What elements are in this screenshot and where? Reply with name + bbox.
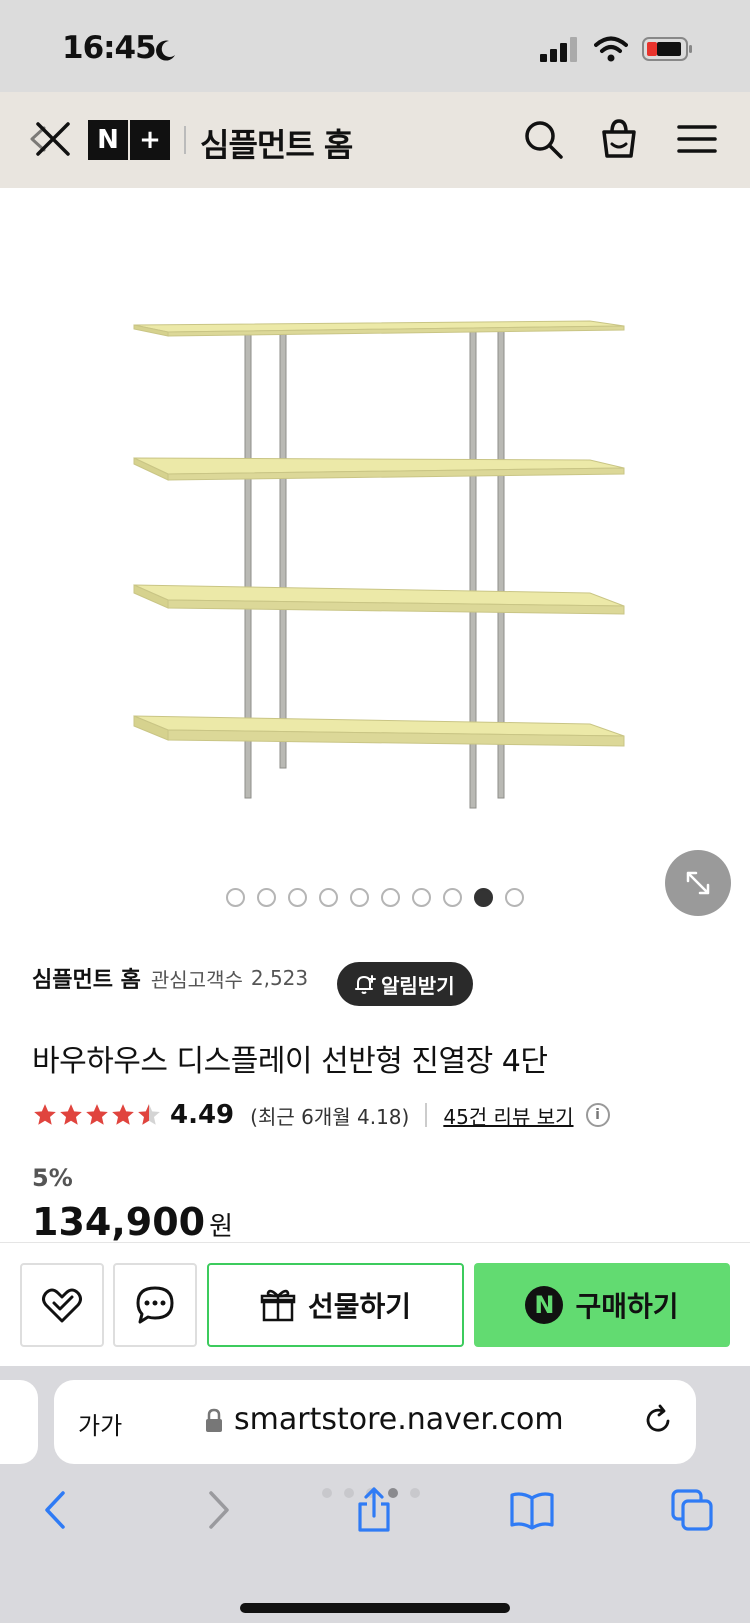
search-icon[interactable]: [520, 116, 566, 162]
book-icon: [510, 1492, 554, 1530]
browser-chrome: 가가 smartstore.naver.com: [0, 1366, 750, 1623]
signal-icon: [540, 37, 577, 62]
store-home-title[interactable]: 심플먼트 홈: [200, 120, 353, 166]
gallery-dot-active[interactable]: [474, 888, 493, 907]
status-time: 16:45: [62, 30, 157, 66]
half-star-icon: [138, 1104, 160, 1125]
product-title: 바우하우스 디스플레이 선반형 진열장 4단: [32, 1044, 548, 1079]
forward-button[interactable]: [194, 1486, 242, 1534]
back-button[interactable]: [32, 1486, 80, 1534]
heart-check-icon: [42, 1288, 82, 1323]
price: 134,900: [32, 1200, 206, 1244]
bookmarks-button[interactable]: [508, 1486, 556, 1534]
close-icon[interactable]: [28, 114, 78, 164]
shopping-bag-icon[interactable]: [596, 116, 642, 162]
gallery-dot[interactable]: [257, 888, 276, 907]
previous-tab-edge[interactable]: [0, 1380, 38, 1464]
gallery-pagination: [226, 888, 524, 907]
alarm-label: 알림받기: [381, 973, 455, 998]
shelf-illustration: [133, 320, 625, 809]
lock-icon: [206, 1408, 222, 1432]
site-header: N + 심플먼트 홈: [0, 92, 750, 188]
naver-plus-logo[interactable]: N +: [88, 120, 172, 160]
star-icon: [34, 1104, 56, 1125]
status-bar: 16:45: [0, 0, 750, 92]
battery-icon: [642, 37, 692, 61]
header-divider: [184, 126, 186, 154]
share-button[interactable]: [350, 1486, 398, 1534]
url-text[interactable]: smartstore.naver.com: [234, 1402, 564, 1437]
review-link[interactable]: 45건 리뷰 보기: [443, 1101, 573, 1130]
gallery-dot[interactable]: [319, 888, 338, 907]
menu-icon[interactable]: [674, 116, 720, 162]
buy-button[interactable]: N 구매하기: [474, 1263, 730, 1347]
store-name[interactable]: 심플먼트 홈: [32, 962, 141, 994]
expand-icon: [686, 871, 710, 895]
alarm-button[interactable]: 알림받기: [337, 962, 473, 1006]
price-unit: 원: [209, 1212, 233, 1242]
wishlist-button[interactable]: [20, 1263, 104, 1347]
rating-value: 4.49: [170, 1100, 235, 1130]
npay-badge: N: [525, 1286, 564, 1324]
chat-bubble-icon: [136, 1286, 174, 1324]
tabs-icon: [671, 1489, 713, 1531]
gallery-dot[interactable]: [381, 888, 400, 907]
tabs-button[interactable]: [668, 1486, 716, 1534]
price-row: 134,900 원: [32, 1200, 233, 1244]
star-icon: [86, 1104, 108, 1125]
star-icon: [60, 1104, 82, 1125]
gift-button[interactable]: 선물하기: [207, 1263, 464, 1347]
gift-label: 선물하기: [307, 1290, 412, 1323]
purchase-action-bar: 선물하기 N 구매하기: [0, 1242, 750, 1366]
chevron-left-icon: [45, 1491, 65, 1529]
product-image[interactable]: [0, 188, 750, 918]
buy-label: 구매하기: [575, 1290, 679, 1323]
gallery-dot[interactable]: [226, 888, 245, 907]
gallery-dot[interactable]: [412, 888, 431, 907]
moon-icon: [156, 40, 175, 61]
gift-icon: [260, 1289, 296, 1322]
rating-divider: [425, 1103, 428, 1127]
bell-plus-icon: [355, 975, 376, 994]
rating-stars: [32, 1102, 162, 1128]
logo-plus: +: [130, 120, 170, 160]
reload-icon[interactable]: [640, 1402, 676, 1438]
gallery-dot[interactable]: [288, 888, 307, 907]
discount-rate: 5%: [32, 1164, 73, 1192]
followers-count: 2,523: [250, 966, 309, 990]
logo-n: N: [88, 120, 128, 160]
address-bar[interactable]: 가가 smartstore.naver.com: [54, 1380, 696, 1464]
chevron-right-icon: [209, 1491, 229, 1529]
store-info: 심플먼트 홈 관심고객수 2,523: [32, 962, 308, 994]
gallery-dot[interactable]: [350, 888, 369, 907]
recent-rating: (최근 6개월 4.18): [250, 1104, 410, 1129]
star-icon: [112, 1104, 134, 1125]
home-indicator: [240, 1603, 510, 1613]
info-icon[interactable]: i: [585, 1103, 610, 1127]
text-size-button[interactable]: 가가: [78, 1406, 122, 1441]
gallery-dot[interactable]: [443, 888, 462, 907]
rating-row: 4.49 (최근 6개월 4.18) 45건 리뷰 보기 i: [32, 1100, 610, 1130]
talk-button[interactable]: [113, 1263, 197, 1347]
followers-label: 관심고객수: [150, 967, 243, 992]
gallery-dot[interactable]: [505, 888, 524, 907]
share-icon: [358, 1487, 390, 1532]
wifi-icon: [594, 36, 628, 62]
expand-image-button[interactable]: [665, 850, 731, 916]
status-indicators: [540, 36, 694, 62]
